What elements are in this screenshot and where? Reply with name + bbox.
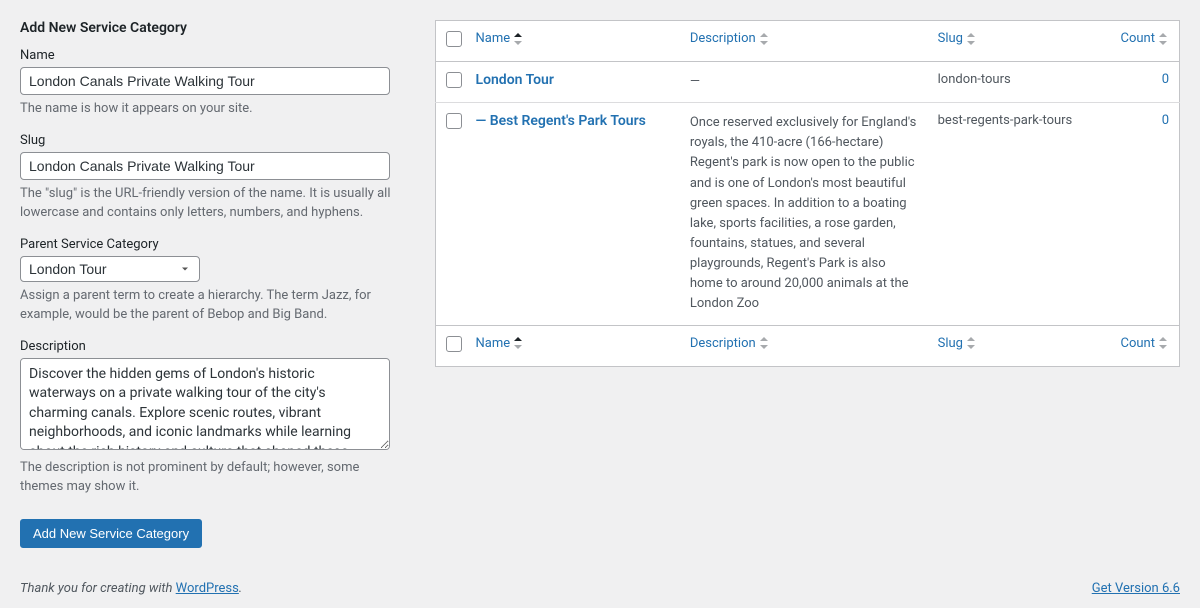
input-slug[interactable] [20, 152, 390, 180]
input-name[interactable] [20, 67, 390, 95]
field-description: Description Discover the hidden gems of … [20, 339, 415, 497]
row-description: — [680, 62, 928, 103]
sort-icon [760, 33, 770, 45]
row-checkbox[interactable] [446, 113, 462, 129]
label-slug: Slug [20, 133, 415, 148]
help-name: The name is how it appears on your site. [20, 99, 405, 119]
label-description: Description [20, 339, 415, 354]
row-count-link[interactable]: 0 [1162, 113, 1169, 128]
help-slug: The "slug" is the URL-friendly version o… [20, 184, 405, 223]
help-parent: Assign a parent term to create a hierarc… [20, 286, 405, 325]
footer-thanks-prefix: Thank you for creating with [20, 581, 176, 596]
category-table: Name Description Slug Count London Tour … [435, 20, 1180, 367]
label-parent: Parent Service Category [20, 237, 415, 252]
row-slug: best-regents-park-tours [928, 103, 1102, 325]
sort-icon [760, 337, 770, 349]
row-count-link[interactable]: 0 [1162, 72, 1169, 87]
col-footer-description[interactable]: Description [690, 336, 770, 351]
footer-version-link[interactable]: Get Version 6.6 [1092, 581, 1180, 596]
row-checkbox[interactable] [446, 72, 462, 88]
sort-icon [514, 33, 524, 45]
col-footer-slug[interactable]: Slug [938, 336, 977, 351]
col-footer-name[interactable]: Name [476, 336, 525, 351]
select-all-bottom[interactable] [446, 336, 462, 352]
table-row: — Best Regent's Park Tours Once reserved… [436, 103, 1180, 325]
label-name: Name [20, 48, 415, 63]
sort-icon [1159, 337, 1169, 349]
footer: Thank you for creating with WordPress. G… [20, 581, 1180, 596]
footer-wordpress-link[interactable]: WordPress [176, 581, 239, 596]
submit-button[interactable]: Add New Service Category [20, 519, 202, 548]
row-description: Once reserved exclusively for England's … [680, 103, 928, 325]
sort-icon [967, 337, 977, 349]
field-slug: Slug The "slug" is the URL-friendly vers… [20, 133, 415, 223]
sort-icon [514, 337, 524, 349]
textarea-description[interactable]: Discover the hidden gems of London's his… [20, 358, 390, 450]
form-heading: Add New Service Category [20, 20, 415, 36]
col-header-description[interactable]: Description [690, 31, 770, 46]
sort-icon [967, 33, 977, 45]
row-slug: london-tours [928, 62, 1102, 103]
field-parent: Parent Service Category London Tour Assi… [20, 237, 415, 325]
help-description: The description is not prominent by defa… [20, 458, 405, 497]
footer-thanks-suffix: . [239, 581, 242, 596]
select-parent[interactable]: London Tour [20, 256, 200, 282]
row-name-link[interactable]: — Best Regent's Park Tours [476, 113, 646, 129]
col-header-slug[interactable]: Slug [938, 31, 977, 46]
field-name: Name The name is how it appears on your … [20, 48, 415, 119]
col-footer-count[interactable]: Count [1121, 336, 1169, 351]
select-all-top[interactable] [446, 31, 462, 47]
table-row: London Tour — london-tours 0 [436, 62, 1180, 103]
sort-icon [1159, 33, 1169, 45]
row-name-link[interactable]: London Tour [476, 72, 554, 88]
col-header-count[interactable]: Count [1121, 31, 1169, 46]
col-header-name[interactable]: Name [476, 31, 525, 46]
